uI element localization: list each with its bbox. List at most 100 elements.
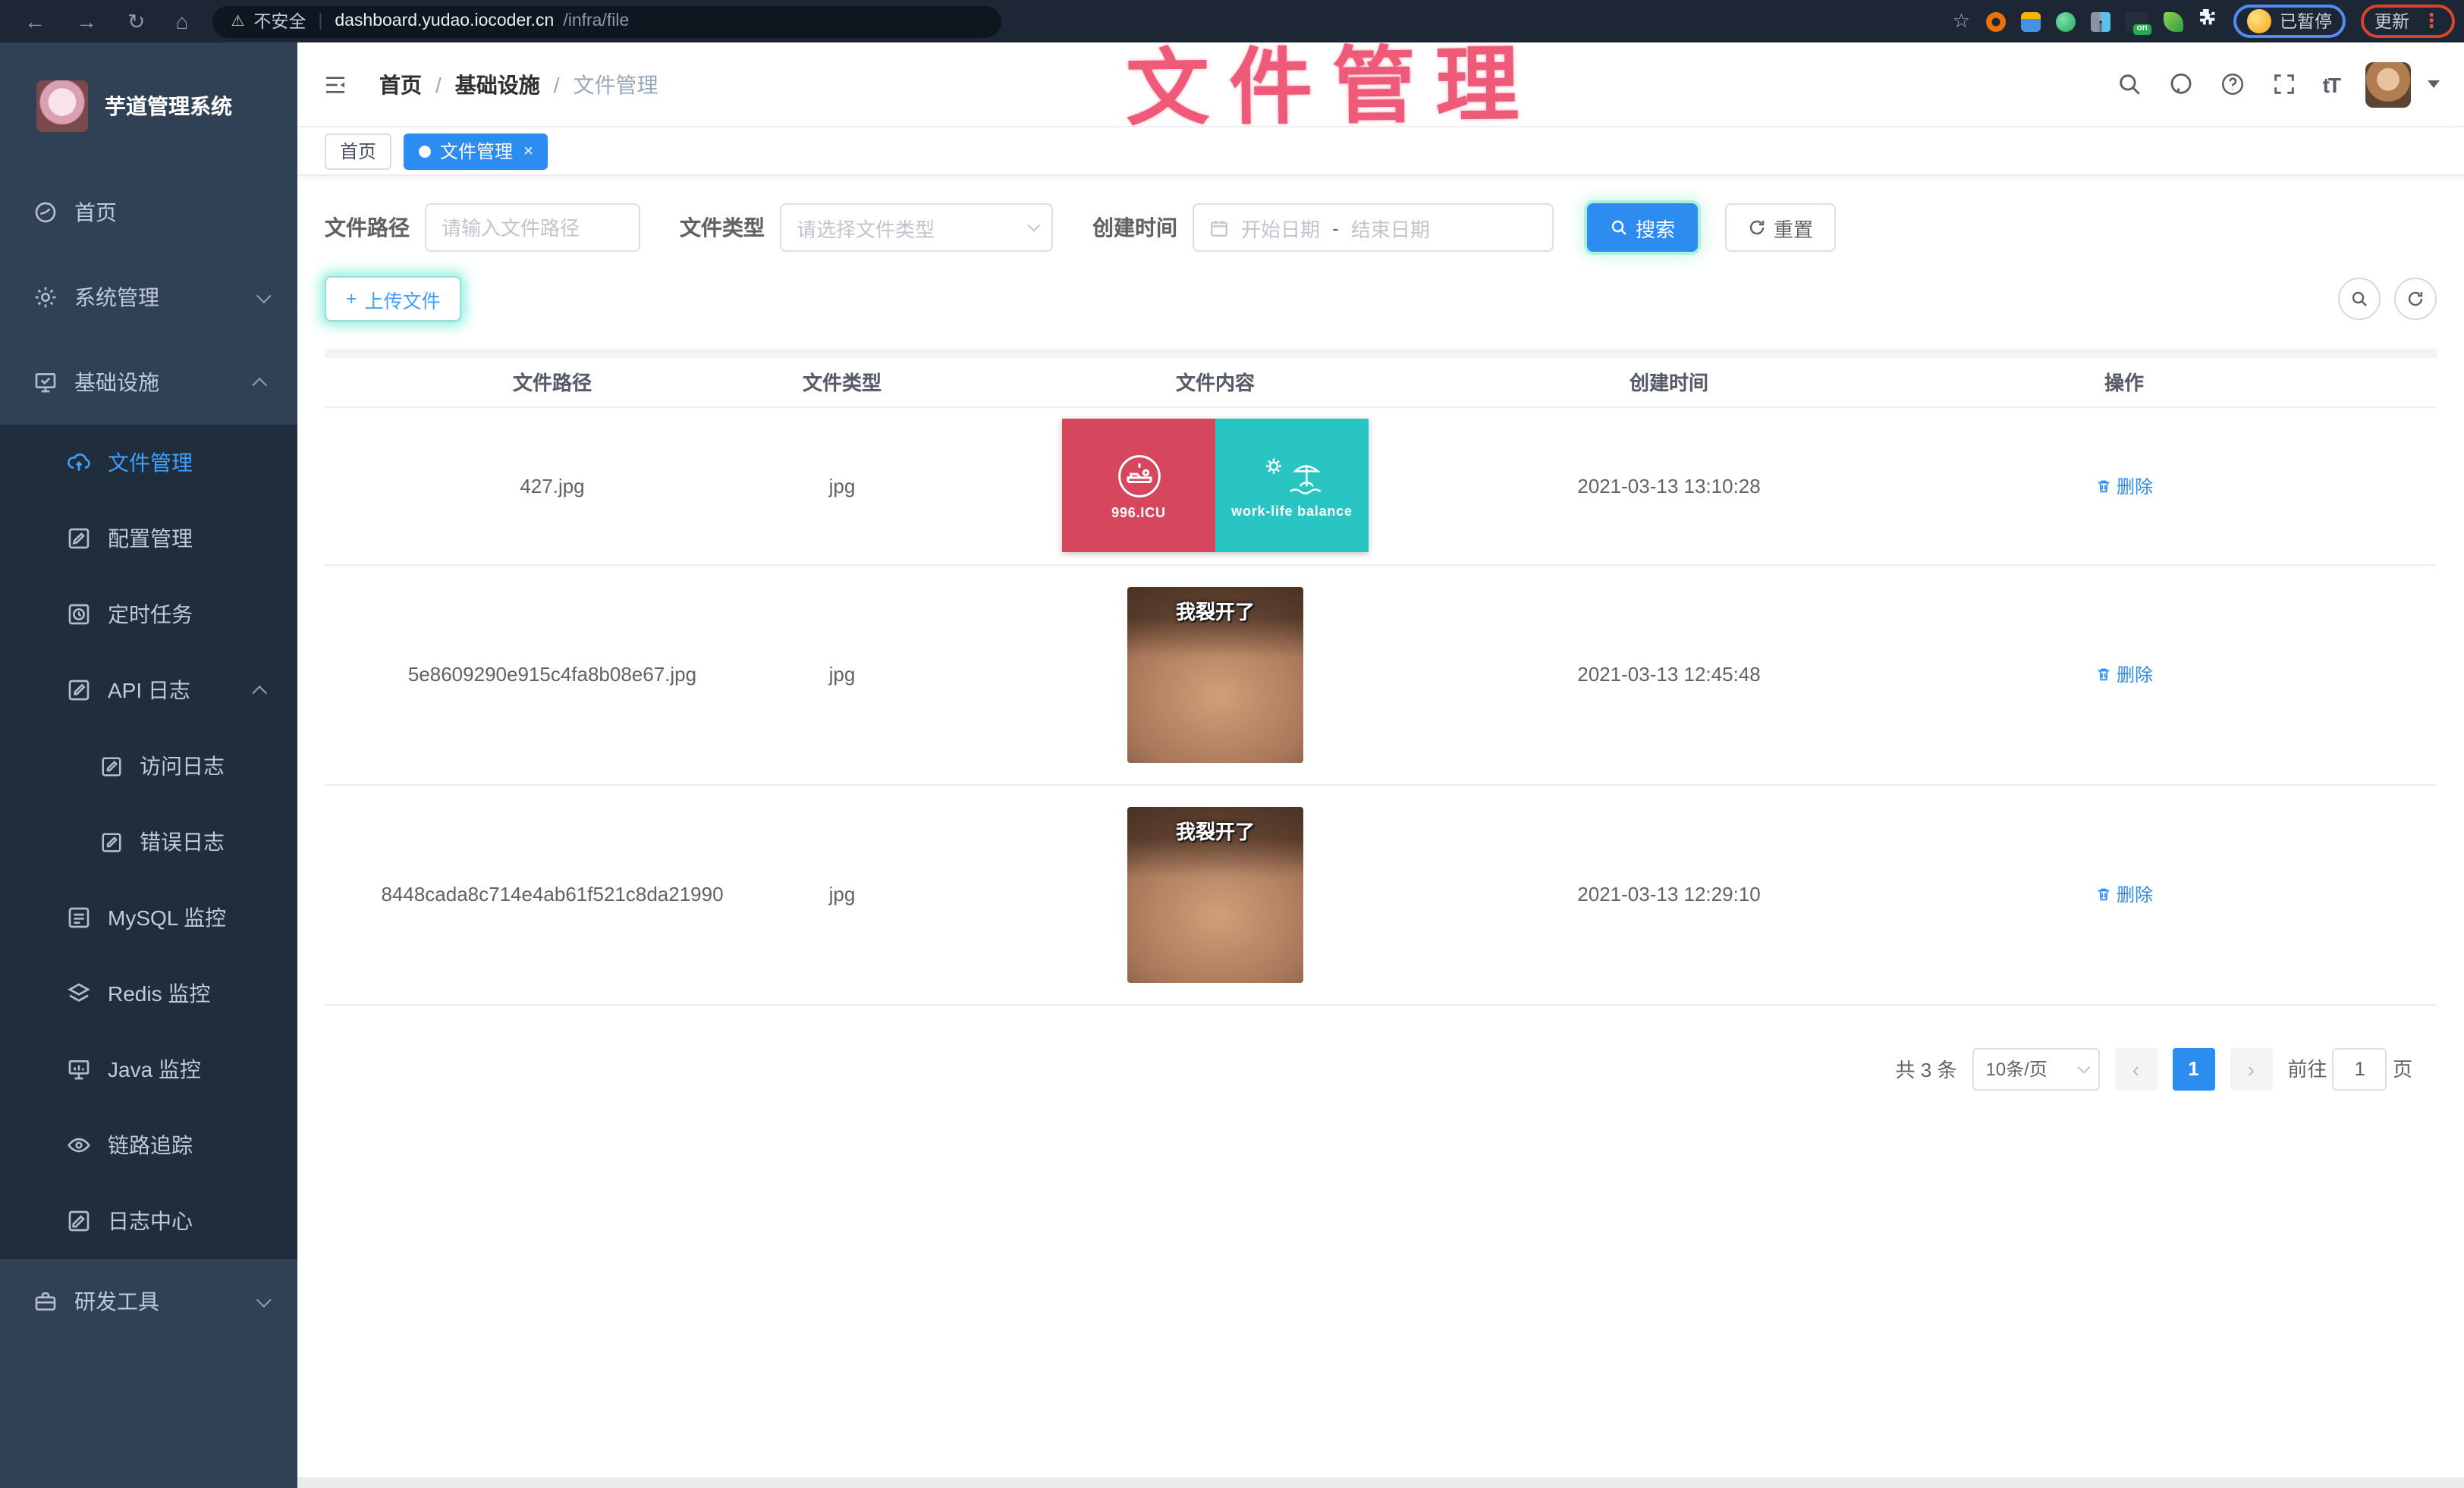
app-title: 芋道管理系统 <box>105 91 232 121</box>
files-table: 文件路径 文件类型 文件内容 创建时间 操作 427.jpg jpg <box>325 358 2437 1005</box>
sidebar-item-dev-tools[interactable]: 研发工具 <box>0 1259 297 1344</box>
hospital-bed-icon <box>1114 451 1163 500</box>
bottom-strip <box>297 1477 2464 1488</box>
refresh-table-button[interactable] <box>2394 278 2437 320</box>
cell-created-time: 2021-03-13 13:10:28 <box>1526 407 1812 564</box>
profile-status: 已暂停 <box>2280 9 2332 33</box>
app-logo[interactable]: 芋道管理系统 <box>0 42 297 170</box>
extension-icon[interactable]: on <box>2125 11 2148 31</box>
github-icon[interactable] <box>2168 71 2194 97</box>
fullscreen-icon[interactable] <box>2271 71 2297 97</box>
sidebar-item-redis-monitor[interactable]: Redis 监控 <box>0 956 297 1031</box>
sidebar-item-system-mgmt[interactable]: 系统管理 <box>0 255 297 340</box>
section-divider <box>325 349 2437 358</box>
sidebar-item-label: 访问日志 <box>140 751 225 781</box>
extension-icon[interactable] <box>2090 11 2110 31</box>
sidebar-item-config-mgmt[interactable]: 配置管理 <box>0 501 297 576</box>
collapse-sidebar-icon[interactable] <box>322 72 349 96</box>
cell-file-type: jpg <box>780 784 904 1004</box>
breadcrumb: 首页 / 基础设施 / 文件管理 <box>379 69 658 99</box>
close-icon[interactable]: × <box>523 142 533 160</box>
table-row: 8448cada8c714e4ab61f521c8da21990 jpg 我裂开… <box>325 784 2437 1004</box>
file-type-select[interactable]: 请选择文件类型 <box>780 203 1053 252</box>
browser-profile-chip[interactable]: 已暂停 <box>2233 5 2346 38</box>
page-1-button[interactable]: 1 <box>2172 1047 2214 1090</box>
user-avatar[interactable] <box>2365 61 2411 107</box>
file-thumbnail-crying-baby[interactable]: 我裂开了 <box>1127 586 1303 762</box>
browser-back-icon[interactable]: ← <box>24 9 46 33</box>
breadcrumb-home[interactable]: 首页 <box>379 69 422 99</box>
sidebar-item-home[interactable]: 首页 <box>0 170 297 255</box>
browser-menu-kebab-icon[interactable]: ⋮ <box>2422 9 2441 33</box>
sidebar-item-label: 定时任务 <box>108 599 193 629</box>
active-dot <box>419 145 431 157</box>
file-thumbnail-crying-baby[interactable]: 我裂开了 <box>1127 806 1303 982</box>
file-thumbnail-996icu[interactable]: 996.ICU work-life balance <box>1062 419 1369 552</box>
tag-file-mgmt[interactable]: 文件管理 × <box>404 133 548 169</box>
sidebar-item-access-logs[interactable]: 访问日志 <box>0 728 297 804</box>
page-size-select[interactable]: 10条/页 <box>1972 1047 2099 1090</box>
browser-reload-icon[interactable]: ↻ <box>127 8 145 34</box>
sidebar-item-java-monitor[interactable]: Java 监控 <box>0 1031 297 1107</box>
cell-file-path: 427.jpg <box>325 407 780 564</box>
date-start[interactable]: 开始日期 <box>1241 213 1320 242</box>
puzzle-extensions-icon[interactable] <box>2198 8 2217 35</box>
date-label: 创建时间 <box>1092 212 1177 243</box>
file-path-input[interactable] <box>425 203 640 252</box>
breadcrumb-infrastructure[interactable]: 基础设施 <box>455 69 540 99</box>
sidebar-item-infrastructure[interactable]: 基础设施 <box>0 340 297 425</box>
sidebar-item-mysql-monitor[interactable]: MySQL 监控 <box>0 880 297 956</box>
cell-file-type: jpg <box>780 564 904 784</box>
sidebar-item-trace[interactable]: 链路追踪 <box>0 1107 297 1183</box>
reset-button[interactable]: 重置 <box>1725 203 1836 252</box>
extension-icon[interactable] <box>2163 11 2183 31</box>
date-end[interactable]: 结束日期 <box>1351 213 1430 242</box>
browser-forward-icon[interactable]: → <box>76 9 97 33</box>
delete-button[interactable]: 删除 <box>2095 472 2153 498</box>
browser-update-chip[interactable]: 更新 ⋮ <box>2361 5 2455 38</box>
header: 首页 / 基础设施 / 文件管理 tT <box>297 42 2464 127</box>
sidebar-item-error-logs[interactable]: 错误日志 <box>0 804 297 880</box>
sidebar-item-label: 基础设施 <box>74 367 159 397</box>
delete-button[interactable]: 删除 <box>2095 661 2153 687</box>
caret-down-icon[interactable] <box>2428 80 2440 88</box>
sidebar-item-scheduled-jobs[interactable]: 定时任务 <box>0 576 297 652</box>
help-icon[interactable] <box>2220 71 2246 97</box>
next-page-button[interactable]: › <box>2230 1047 2272 1090</box>
col-file-content: 文件内容 <box>904 358 1526 407</box>
upload-file-button[interactable]: + 上传文件 <box>325 276 462 322</box>
extension-icon[interactable] <box>2055 11 2075 31</box>
sidebar-item-log-center[interactable]: 日志中心 <box>0 1183 297 1259</box>
browser-home-icon[interactable]: ⌂ <box>175 9 188 33</box>
log-center-icon <box>67 1209 91 1233</box>
file-management-page: 文件路径 文件类型 请选择文件类型 创建时间 开始日期 - 结束日期 <box>297 176 2464 1488</box>
profile-avatar <box>2246 9 2271 33</box>
sidebar-item-api-logs[interactable]: API 日志 <box>0 652 297 728</box>
tag-home[interactable]: 首页 <box>325 133 391 169</box>
goto-page-input[interactable] <box>2333 1047 2387 1090</box>
extension-icon[interactable] <box>2020 11 2040 31</box>
date-range-picker[interactable]: 开始日期 - 结束日期 <box>1193 203 1554 252</box>
file-path-field[interactable] <box>442 216 624 239</box>
table-header-row: 文件路径 文件类型 文件内容 创建时间 操作 <box>325 358 2437 407</box>
database-icon <box>67 906 91 930</box>
address-bar[interactable]: ⚠ 不安全 | dashboard.yudao.iocoder.cn/infra… <box>212 5 1001 37</box>
logo-image <box>36 80 88 132</box>
timer-icon <box>67 602 91 626</box>
gear-icon <box>33 285 58 309</box>
bookmark-star-icon[interactable]: ☆ <box>1953 9 1970 33</box>
type-label: 文件类型 <box>680 212 765 243</box>
font-size-icon[interactable]: tT <box>2323 72 2340 96</box>
sidebar-item-label: 配置管理 <box>108 523 193 554</box>
sidebar-item-file-mgmt[interactable]: 文件管理 <box>0 425 297 501</box>
delete-button[interactable]: 删除 <box>2095 881 2153 907</box>
prev-page-button[interactable]: ‹ <box>2114 1047 2157 1090</box>
chevron-up-icon <box>252 377 267 392</box>
toggle-search-button[interactable] <box>2338 278 2381 320</box>
search-button[interactable]: 搜索 <box>1587 203 1698 252</box>
extension-icon[interactable] <box>1985 11 2005 31</box>
table-row: 5e8609290e915c4fa8b08e67.jpg jpg 我裂开了 20… <box>325 564 2437 784</box>
search-icon[interactable] <box>2117 71 2142 97</box>
col-file-path: 文件路径 <box>325 358 780 407</box>
sidebar-item-label: 系统管理 <box>74 282 159 312</box>
